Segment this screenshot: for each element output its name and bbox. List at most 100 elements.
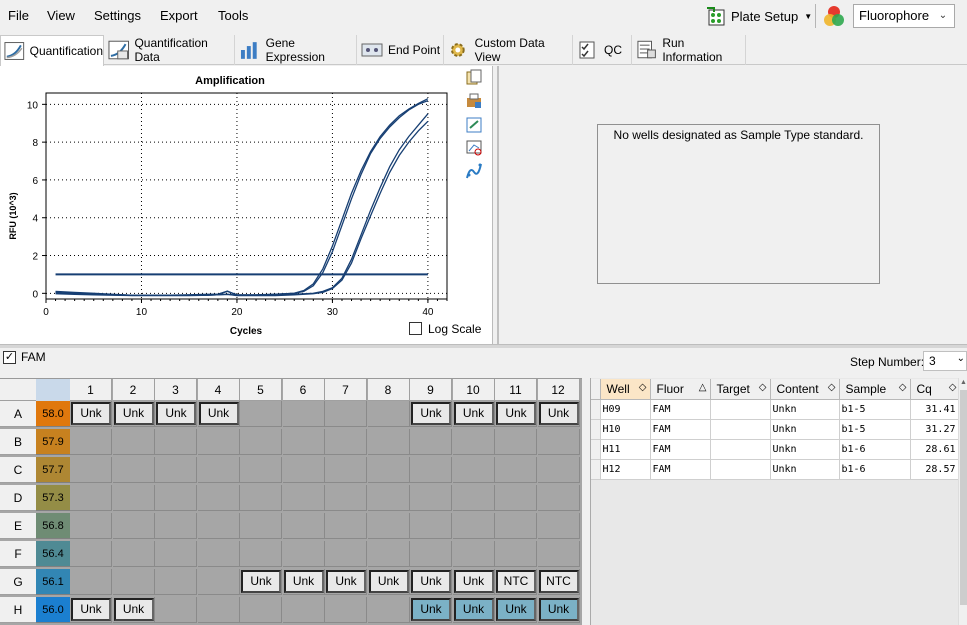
plate-cell[interactable]: Unk — [112, 401, 155, 427]
plate-cell[interactable] — [112, 485, 155, 511]
plate-cell[interactable] — [367, 513, 410, 539]
plate-cell[interactable] — [197, 513, 240, 539]
well-button[interactable]: Unk — [538, 402, 579, 425]
well-button[interactable]: Unk — [453, 598, 494, 621]
plate-row-header[interactable]: B — [0, 429, 36, 455]
plate-cell[interactable] — [197, 485, 240, 511]
plate-cell[interactable] — [410, 513, 452, 539]
vertical-splitter[interactable] — [582, 378, 590, 625]
plate-cell[interactable] — [70, 569, 112, 595]
curve-fit-icon[interactable] — [465, 162, 483, 180]
plate-cell[interactable]: Unk — [452, 401, 495, 427]
well-button[interactable]: Unk — [411, 598, 451, 621]
plate-cell[interactable] — [410, 541, 452, 567]
well-button[interactable]: Unk — [71, 598, 111, 621]
horizontal-splitter[interactable] — [0, 344, 967, 348]
plate-cell[interactable]: Unk — [410, 569, 452, 595]
menu-settings[interactable]: Settings — [94, 8, 141, 23]
plate-cell[interactable] — [537, 541, 580, 567]
plate-cell[interactable] — [495, 541, 537, 567]
tab-run-information[interactable]: Run Information — [633, 35, 746, 65]
scroll-up-icon[interactable]: ▲ — [960, 379, 967, 386]
plate-cell[interactable] — [282, 541, 325, 567]
well-button[interactable]: Unk — [283, 570, 324, 593]
row-selector[interactable] — [591, 459, 601, 480]
plate-row-header[interactable]: C — [0, 457, 36, 483]
tab-custom-data-view[interactable]: Custom Data View — [445, 35, 573, 65]
plate-cell[interactable] — [197, 429, 240, 455]
well-button[interactable]: Unk — [453, 570, 494, 593]
plate-row-header[interactable]: F — [0, 541, 36, 567]
plate-cell[interactable] — [282, 485, 325, 511]
plate-cell[interactable] — [240, 597, 282, 623]
plate-cell[interactable] — [70, 485, 112, 511]
well-button[interactable]: Unk — [538, 598, 579, 621]
plate-cell[interactable] — [282, 597, 325, 623]
plate-cell[interactable] — [325, 597, 367, 623]
plate-cell[interactable] — [197, 597, 240, 623]
plate-cell[interactable] — [537, 457, 580, 483]
table-row[interactable]: H12 FAM Unkn b1-6 28.57 — [591, 459, 961, 480]
column-header-fluor[interactable]: Fluor △ — [650, 379, 711, 400]
plate-cell[interactable] — [240, 513, 282, 539]
plate-column-header[interactable]: 2 — [112, 379, 155, 401]
plate-column-header[interactable]: 4 — [197, 379, 240, 401]
copy-icon[interactable] — [465, 69, 483, 87]
tab-quantification-data[interactable]: Quantification Data — [105, 35, 235, 65]
menu-file[interactable]: File — [8, 8, 29, 23]
column-header-target[interactable]: Target ◇ — [710, 379, 771, 400]
column-header-well[interactable]: Well ◇ — [600, 379, 651, 400]
plate-cell[interactable]: Unk — [452, 569, 495, 595]
well-button[interactable]: Unk — [113, 402, 154, 425]
plate-cell[interactable] — [112, 541, 155, 567]
plate-cell[interactable] — [495, 485, 537, 511]
tab-qc[interactable]: QC — [574, 35, 632, 65]
plate-cell[interactable] — [367, 485, 410, 511]
tab-gene-expression[interactable]: Gene Expression — [236, 35, 357, 65]
plate-row-header[interactable]: E — [0, 513, 36, 539]
plate-cell[interactable]: Unk — [495, 597, 537, 623]
table-row[interactable]: H11 FAM Unkn b1-6 28.61 — [591, 439, 961, 460]
plate-cell[interactable]: Unk — [240, 569, 282, 595]
plate-cell[interactable] — [155, 569, 197, 595]
print-icon[interactable] — [465, 92, 483, 110]
plate-cell[interactable] — [537, 429, 580, 455]
plate-cell[interactable] — [240, 457, 282, 483]
plate-cell[interactable] — [112, 513, 155, 539]
plate-cell[interactable] — [410, 457, 452, 483]
plate-cell[interactable]: Unk — [70, 597, 112, 623]
scrollbar-thumb[interactable] — [960, 390, 967, 605]
row-selector[interactable] — [591, 419, 601, 440]
plate-column-header[interactable]: 12 — [537, 379, 580, 401]
export-chart-icon[interactable] — [465, 116, 483, 134]
plate-cell[interactable]: Unk — [325, 569, 367, 595]
plate-cell[interactable] — [367, 597, 410, 623]
log-scale-checkbox[interactable] — [409, 322, 422, 335]
plate-cell[interactable] — [70, 429, 112, 455]
plate-cell[interactable] — [155, 597, 197, 623]
plate-column-header[interactable]: 3 — [155, 379, 197, 401]
menu-export[interactable]: Export — [160, 8, 198, 23]
plate-cell[interactable] — [240, 485, 282, 511]
well-button[interactable]: Unk — [411, 402, 451, 425]
plate-cell[interactable] — [325, 513, 367, 539]
well-button[interactable]: Unk — [156, 402, 196, 425]
well-button[interactable]: NTC — [538, 570, 579, 593]
table-scrollbar[interactable]: ▲ — [958, 378, 967, 625]
plate-cell[interactable] — [197, 541, 240, 567]
table-row[interactable]: H10 FAM Unkn b1-5 31.27 — [591, 419, 961, 440]
plate-cell[interactable] — [155, 513, 197, 539]
plate-cell[interactable] — [70, 457, 112, 483]
plate-column-header[interactable]: 8 — [367, 379, 410, 401]
plate-column-header[interactable]: 10 — [452, 379, 495, 401]
plate-cell[interactable] — [495, 429, 537, 455]
well-button[interactable]: Unk — [453, 402, 494, 425]
plate-cell[interactable] — [112, 429, 155, 455]
plate-cell[interactable] — [452, 513, 495, 539]
plate-cell[interactable] — [240, 401, 282, 427]
plate-cell[interactable] — [325, 485, 367, 511]
column-header-content[interactable]: Content ◇ — [770, 379, 840, 400]
plate-cell[interactable] — [155, 485, 197, 511]
well-button[interactable]: Unk — [496, 598, 536, 621]
plate-cell[interactable] — [112, 569, 155, 595]
